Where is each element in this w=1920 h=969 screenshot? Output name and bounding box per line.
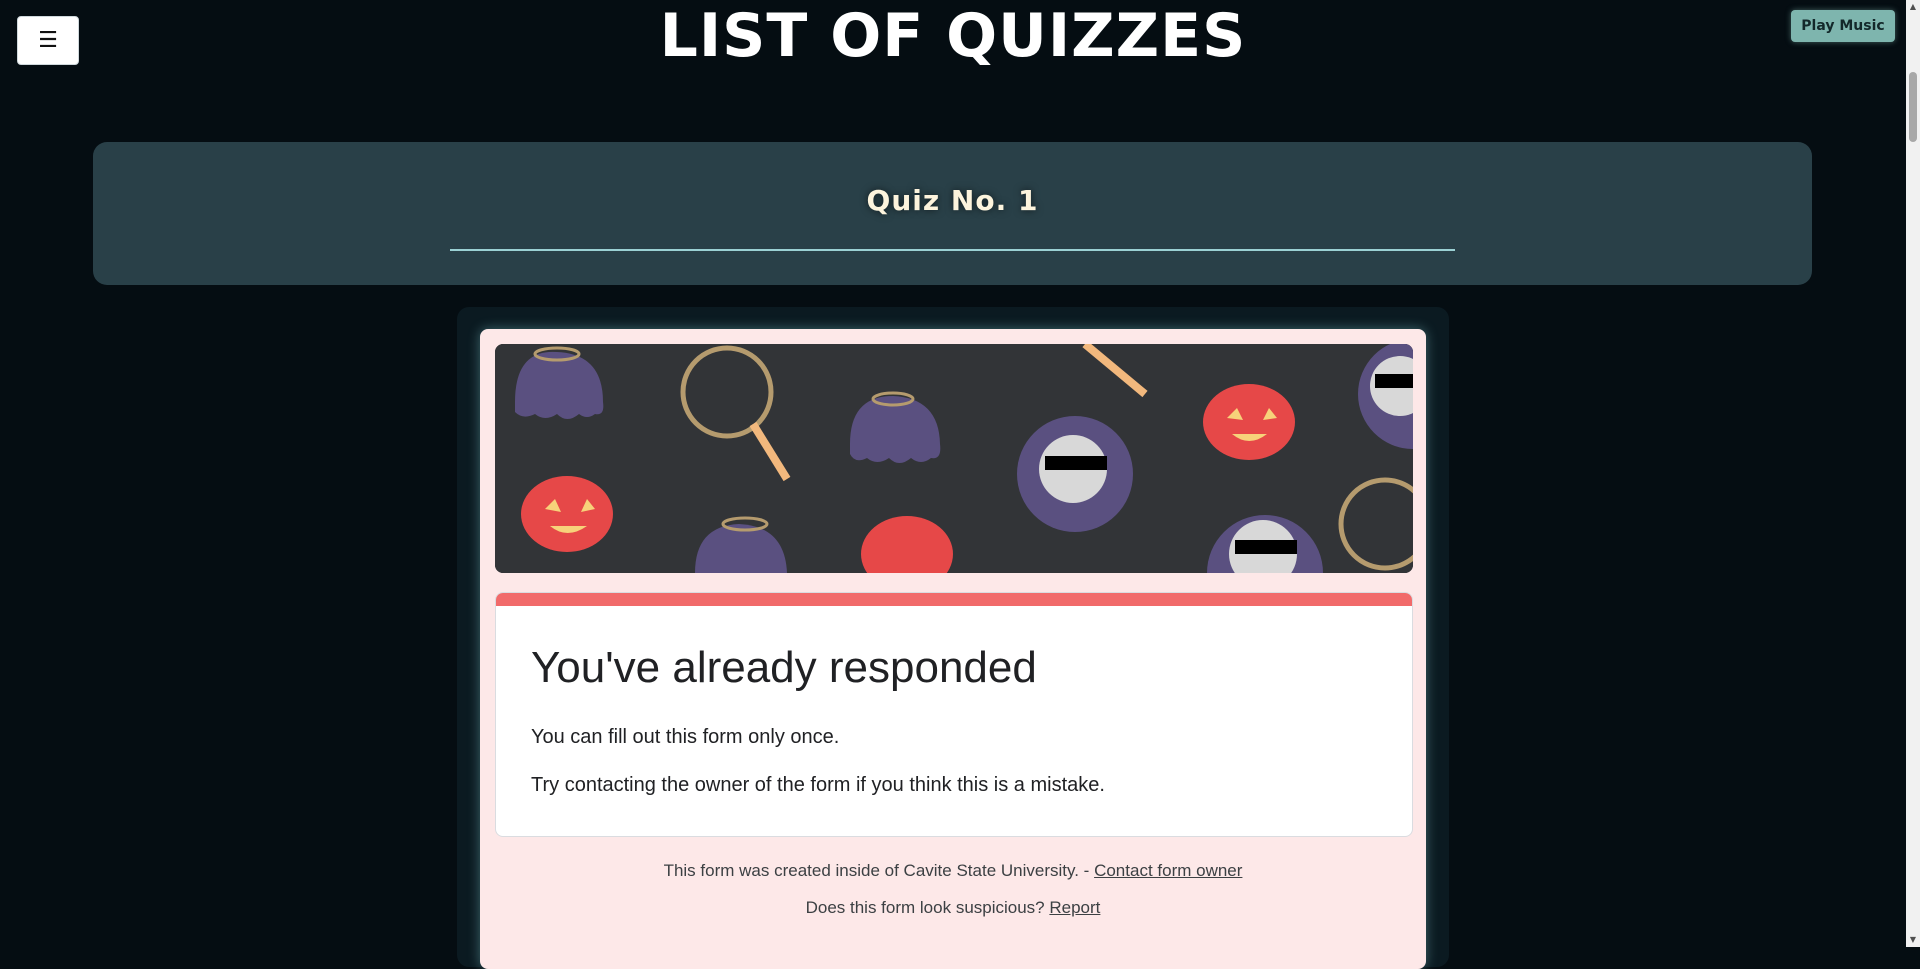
form-footer: This form was created inside of Cavite S…: [480, 861, 1426, 881]
contact-owner-message: Try contacting the owner of the form if …: [531, 774, 1105, 796]
form-banner: [495, 344, 1413, 573]
scrollbar-thumb[interactable]: [1909, 72, 1917, 142]
pumpkin-icon: [1203, 384, 1295, 460]
page-title: LIST OF QUIZZES: [659, 1, 1247, 71]
contact-form-owner-link[interactable]: Contact form owner: [1094, 861, 1242, 880]
card-accent-bar: [496, 593, 1412, 606]
halloween-banner-image: [495, 344, 1413, 573]
embedded-form[interactable]: You've already responded You can fill ou…: [480, 329, 1426, 969]
suspicious-footer: Does this form look suspicious? Report: [480, 898, 1426, 918]
form-once-message: You can fill out this form only once.: [531, 726, 840, 748]
report-link[interactable]: Report: [1049, 898, 1100, 917]
suspicious-text: Does this form look suspicious?: [805, 898, 1050, 917]
quiz-card: Quiz No. 1: [93, 142, 1812, 285]
response-message-card: You've already responded You can fill ou…: [495, 592, 1413, 837]
pumpkin-icon: [521, 476, 613, 552]
quiz-divider: [450, 249, 1455, 251]
already-responded-heading: You've already responded: [531, 643, 1037, 692]
page-scrollbar[interactable]: ▲ ▼: [1906, 0, 1920, 947]
play-music-button[interactable]: Play Music: [1791, 10, 1895, 42]
scroll-down-icon[interactable]: ▼: [1906, 933, 1920, 947]
reaper-icon: [1017, 416, 1133, 532]
quiz-title: Quiz No. 1: [866, 184, 1039, 217]
form-created-text: This form was created inside of Cavite S…: [663, 861, 1095, 880]
scroll-up-icon[interactable]: ▲: [1906, 0, 1920, 14]
